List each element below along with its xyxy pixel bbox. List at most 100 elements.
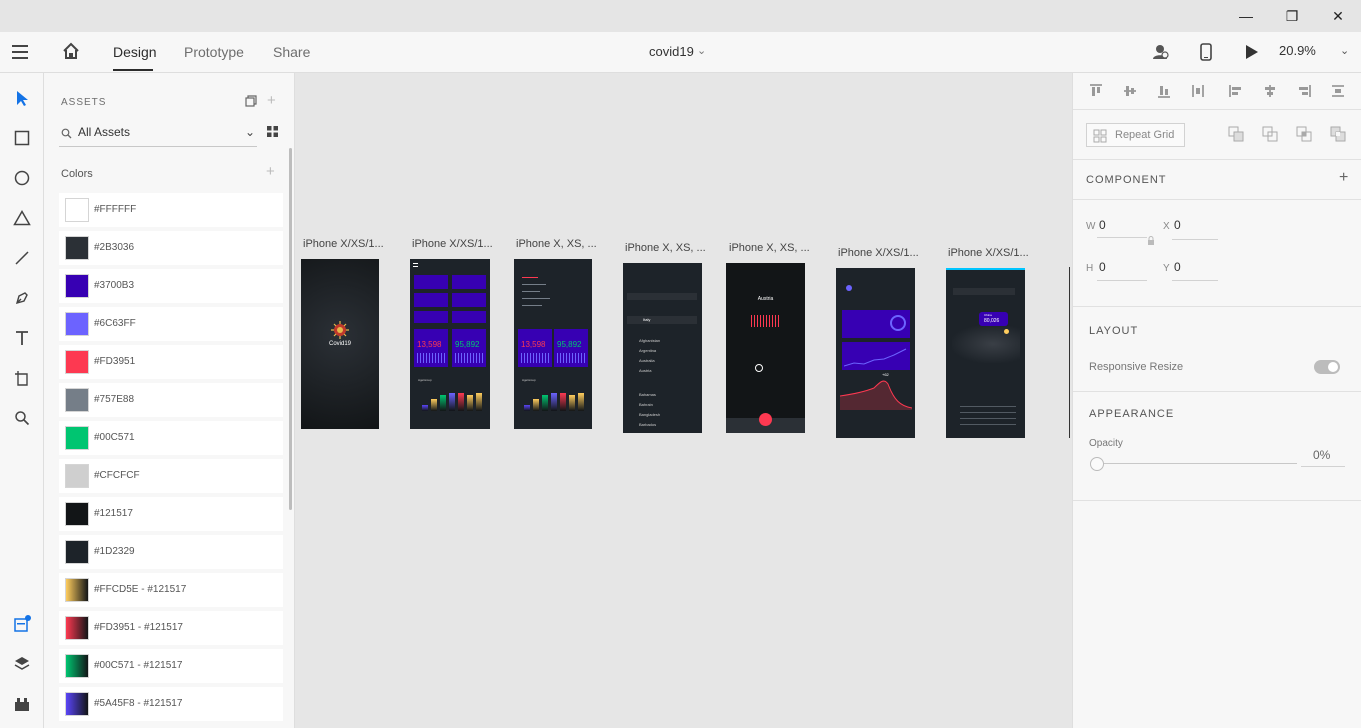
distribute-horizontal-icon[interactable] [1191, 84, 1205, 98]
artboard-stats[interactable]: +62 [836, 268, 915, 438]
color-swatch[interactable] [65, 426, 89, 450]
height-input[interactable]: 0 [1099, 260, 1106, 274]
color-swatch[interactable] [65, 692, 89, 716]
artboard-label-7[interactable]: iPhone X/XS/1... [948, 247, 1029, 259]
artboard-label-6[interactable]: iPhone X/XS/1... [838, 247, 919, 259]
add-color-icon[interactable]: + [266, 163, 275, 180]
artboard-label-5[interactable]: iPhone X, XS, ... [729, 242, 810, 254]
color-asset-row[interactable]: #CFCFCF [59, 459, 283, 493]
boolean-exclude-icon[interactable] [1330, 126, 1346, 142]
artboard-label-1[interactable]: iPhone X/XS/1... [303, 238, 384, 250]
color-asset-row[interactable]: #00C571 [59, 421, 283, 455]
color-swatch[interactable] [65, 388, 89, 412]
color-swatch[interactable] [65, 350, 89, 374]
zoom-level[interactable]: 20.9% [1279, 43, 1316, 58]
boolean-add-icon[interactable] [1228, 126, 1244, 142]
y-input[interactable]: 0 [1174, 260, 1181, 274]
assets-filter[interactable]: All Assets ⌄ [59, 121, 257, 147]
color-swatch[interactable] [65, 274, 89, 298]
artboard-label-4[interactable]: iPhone X, XS, ... [625, 242, 706, 254]
artboard-tool-icon[interactable] [10, 366, 34, 390]
artboard-label-3[interactable]: iPhone X, XS, ... [516, 238, 597, 250]
color-swatch[interactable] [65, 312, 89, 336]
color-swatch[interactable] [65, 236, 89, 260]
user-icon[interactable] [1152, 43, 1170, 61]
add-component-icon[interactable]: + [1339, 169, 1348, 187]
color-asset-row[interactable]: #00C571 - #121517 [59, 649, 283, 683]
artboard-country-list[interactable]: Italy Afghanistan Argentina Australia Au… [623, 263, 702, 433]
design-canvas[interactable]: iPhone X/XS/1... Covid19 iPhone X/XS/1..… [295, 73, 1072, 728]
select-tool-icon[interactable] [10, 86, 34, 110]
boolean-intersect-icon[interactable] [1296, 126, 1312, 142]
width-input[interactable]: 0 [1099, 218, 1106, 232]
add-asset-icon[interactable]: + [267, 92, 276, 109]
boolean-subtract-icon[interactable] [1262, 126, 1278, 142]
text-tool-icon[interactable] [10, 326, 34, 350]
repeat-grid-button[interactable]: Repeat Grid [1086, 123, 1185, 147]
align-left-icon[interactable] [1229, 84, 1243, 98]
distribute-vertical-icon[interactable] [1331, 84, 1345, 98]
filter-chevron-down-icon[interactable]: ⌄ [245, 125, 255, 139]
copy-assets-icon[interactable] [245, 95, 257, 107]
tab-prototype[interactable]: Prototype [184, 44, 244, 60]
align-right-icon[interactable] [1297, 84, 1311, 98]
responsive-resize-toggle[interactable] [1314, 360, 1340, 374]
assets-scrollbar[interactable] [289, 148, 292, 510]
align-bottom-icon[interactable] [1157, 84, 1171, 98]
polygon-tool-icon[interactable] [10, 206, 34, 230]
artboard-map[interactable]: China 80,026 [946, 268, 1025, 438]
color-swatch[interactable] [65, 616, 89, 640]
opacity-input[interactable]: 0% [1301, 445, 1345, 467]
zoom-tool-icon[interactable] [10, 406, 34, 430]
color-asset-row[interactable]: #1D2329 [59, 535, 283, 569]
color-swatch[interactable] [65, 502, 89, 526]
artboard-dashboard[interactable]: 13,598 95,892 AgeGroup [410, 259, 490, 429]
chevron-down-icon[interactable]: ⌄ [697, 44, 706, 57]
color-asset-row[interactable]: #2B3036 [59, 231, 283, 265]
home-icon[interactable] [62, 42, 80, 60]
close-button[interactable]: ✕ [1315, 0, 1361, 32]
artboard-voice-search[interactable]: Austria [726, 263, 805, 433]
line-tool-icon[interactable] [10, 246, 34, 270]
ellipse-tool-icon[interactable] [10, 166, 34, 190]
opacity-slider-track[interactable] [1103, 463, 1297, 464]
device-preview-icon[interactable] [1200, 43, 1212, 61]
artboard-splash[interactable]: Covid19 [301, 259, 379, 429]
align-top-icon[interactable] [1089, 84, 1103, 98]
color-asset-row[interactable]: #6C63FF [59, 307, 283, 341]
align-center-icon[interactable] [1263, 84, 1277, 98]
color-asset-row[interactable]: #757E88 [59, 383, 283, 417]
color-asset-row[interactable]: #FD3951 - #121517 [59, 611, 283, 645]
tab-share[interactable]: Share [273, 44, 310, 60]
color-asset-row[interactable]: #FFFFFF [59, 193, 283, 227]
zoom-chevron-down-icon[interactable]: ⌄ [1340, 44, 1349, 57]
color-swatch[interactable] [65, 654, 89, 678]
rectangle-tool-icon[interactable] [10, 126, 34, 150]
play-icon[interactable] [1245, 44, 1259, 60]
color-swatch[interactable] [65, 464, 89, 488]
color-swatch[interactable] [65, 198, 89, 222]
grid-view-icon[interactable] [267, 126, 278, 137]
color-swatch[interactable] [65, 540, 89, 564]
color-asset-row[interactable]: #3700B3 [59, 269, 283, 303]
x-input[interactable]: 0 [1174, 218, 1181, 232]
minimize-button[interactable]: — [1223, 0, 1269, 32]
color-asset-row[interactable]: #121517 [59, 497, 283, 531]
maximize-button[interactable]: ❐ [1269, 0, 1315, 32]
color-asset-row[interactable]: #FD3951 [59, 345, 283, 379]
document-title[interactable]: covid19 [649, 44, 694, 59]
lock-icon[interactable] [1147, 236, 1155, 246]
pen-tool-icon[interactable] [10, 286, 34, 310]
layers-icon[interactable] [10, 652, 34, 676]
opacity-slider-knob[interactable] [1090, 457, 1104, 471]
align-middle-icon[interactable] [1123, 84, 1137, 98]
assets-panel-icon[interactable] [10, 612, 34, 636]
plugins-icon[interactable] [10, 692, 34, 716]
artboard-dashboard-menu[interactable]: 13,598 95,892 AgeGroup [514, 259, 592, 429]
color-swatch[interactable] [65, 578, 89, 602]
menu-icon[interactable] [12, 45, 28, 59]
color-asset-row[interactable]: #5A45F8 - #121517 [59, 687, 283, 721]
artboard-label-2[interactable]: iPhone X/XS/1... [412, 238, 493, 250]
tab-design[interactable]: Design [113, 44, 157, 60]
color-asset-row[interactable]: #FFCD5E - #121517 [59, 573, 283, 607]
